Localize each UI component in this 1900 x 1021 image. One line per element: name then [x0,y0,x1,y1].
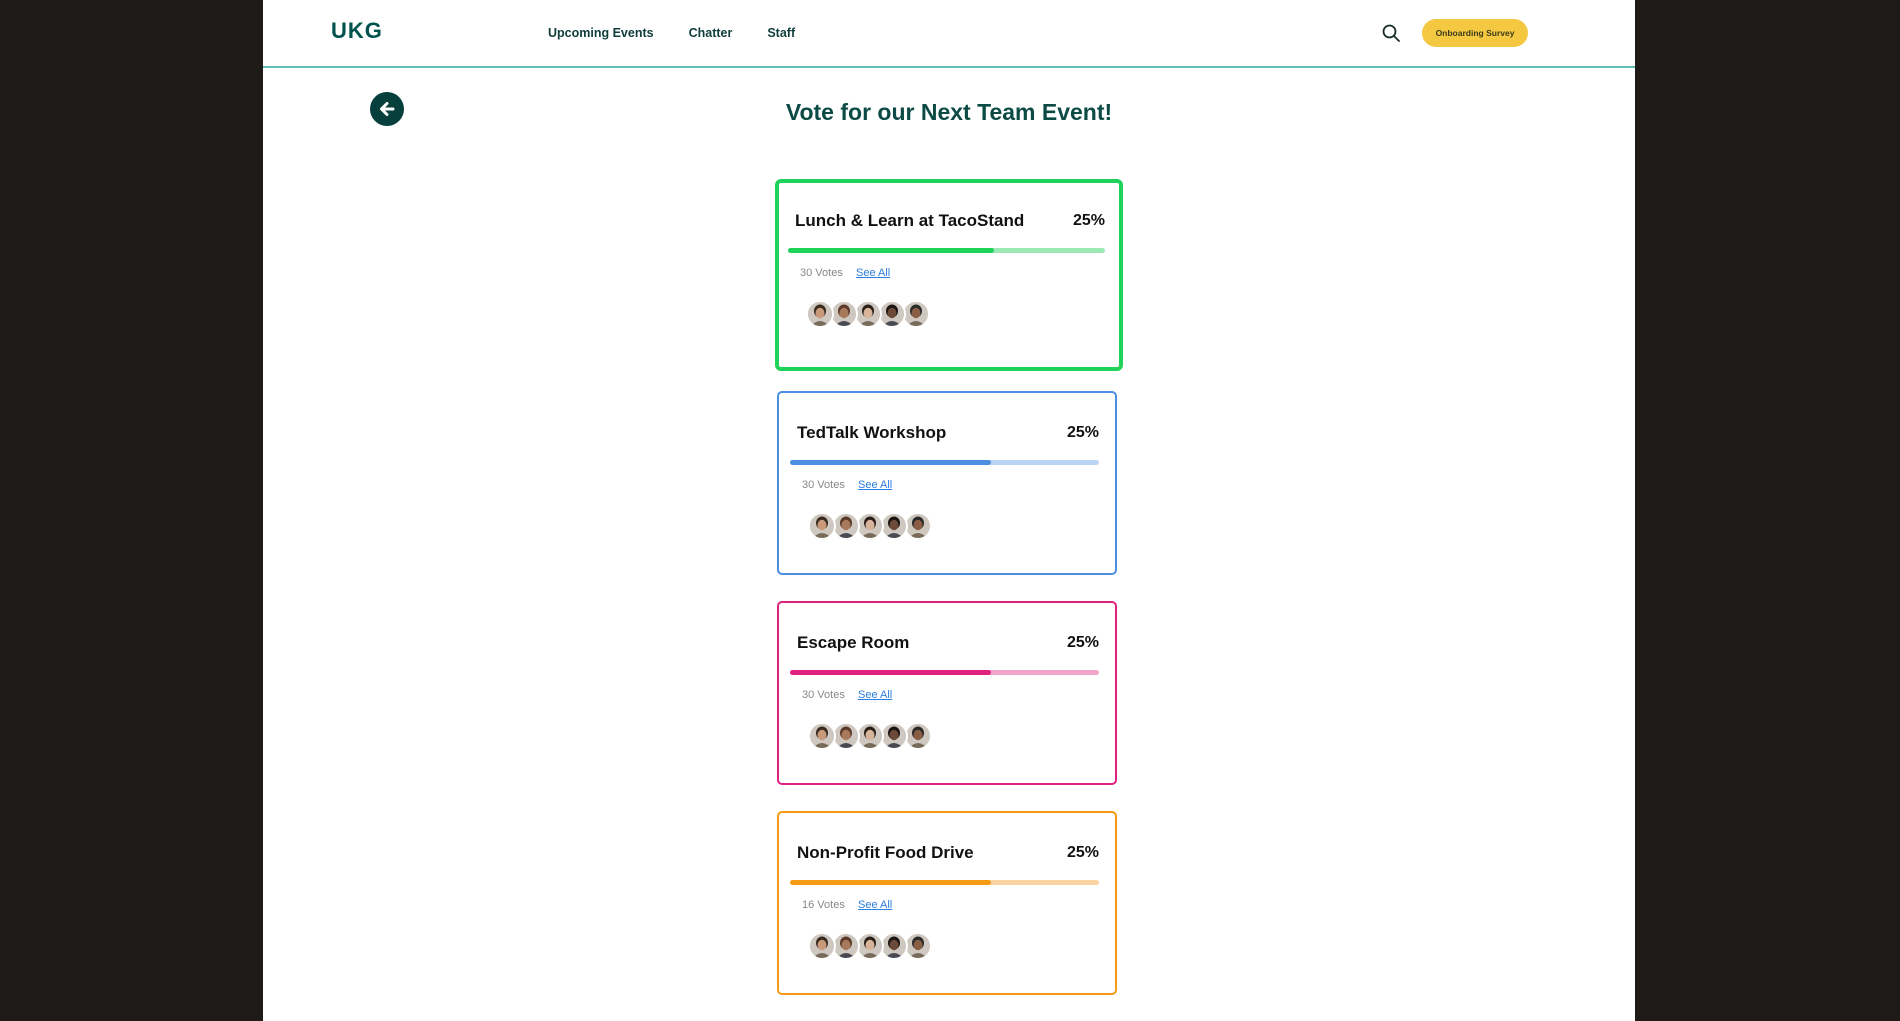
vote-progress-bar [790,460,1099,465]
top-header: UKG Upcoming Events Chatter Staff Onboar… [263,0,1635,68]
vote-option-card[interactable]: Non-Profit Food Drive 25% 16 Votes See A… [777,811,1117,995]
page-title: Vote for our Next Team Event! [785,99,1113,125]
avatar [878,300,906,328]
vote-option-card[interactable]: TedTalk Workshop 25% 30 Votes See All [777,391,1117,575]
option-title: Escape Room [797,633,910,652]
vote-progress-bar [790,880,1099,885]
see-all-link[interactable]: See All [858,479,892,491]
vote-progress-bar [790,670,1099,675]
vote-progress-fill [790,880,991,885]
nav-chatter[interactable]: Chatter [689,26,733,40]
avatar [854,300,882,328]
vote-progress-fill [788,248,995,253]
nav-staff[interactable]: Staff [767,26,795,40]
onboarding-survey-button[interactable]: Onboarding Survey [1422,19,1528,47]
nav-upcoming-events[interactable]: Upcoming Events [548,26,654,40]
vote-progress-fill [790,460,991,465]
option-percent: 25% [1066,634,1099,651]
avatar [856,512,884,540]
vote-count: 30 Votes [802,479,845,491]
avatar [880,722,908,750]
avatar [830,300,858,328]
avatar [808,722,836,750]
vote-count: 30 Votes [800,267,843,279]
vote-progress-bar [788,248,1105,253]
see-all-link[interactable]: See All [858,689,892,701]
avatar [904,722,932,750]
option-title: Non-Profit Food Drive [797,843,974,862]
avatar [808,512,836,540]
vote-progress-fill [790,670,991,675]
vote-count: 16 Votes [802,899,845,911]
see-all-link[interactable]: See All [858,899,892,911]
ukg-logo[interactable]: UKG [331,18,383,44]
main-nav: Upcoming Events Chatter Staff [548,0,830,66]
option-title: TedTalk Workshop [797,423,947,442]
avatar [880,512,908,540]
avatar [902,300,930,328]
avatar [806,300,834,328]
avatar [856,722,884,750]
app-page: UKG Upcoming Events Chatter Staff Onboar… [263,0,1635,1021]
avatar [880,932,908,960]
avatar [832,512,860,540]
option-title: Lunch & Learn at TacoStand [795,211,1025,230]
avatar [904,512,932,540]
vote-option-card[interactable]: Lunch & Learn at TacoStand 25% 30 Votes … [775,179,1123,371]
option-percent: 25% [1066,844,1099,861]
option-percent: 25% [1072,212,1105,229]
avatar [832,722,860,750]
avatar [856,932,884,960]
see-all-link[interactable]: See All [856,267,890,279]
avatar [832,932,860,960]
avatar [904,932,932,960]
avatar [808,932,836,960]
option-percent: 25% [1066,424,1099,441]
vote-count: 30 Votes [802,689,845,701]
vote-option-card[interactable]: Escape Room 25% 30 Votes See All [777,601,1117,785]
search-icon[interactable] [1381,23,1401,43]
